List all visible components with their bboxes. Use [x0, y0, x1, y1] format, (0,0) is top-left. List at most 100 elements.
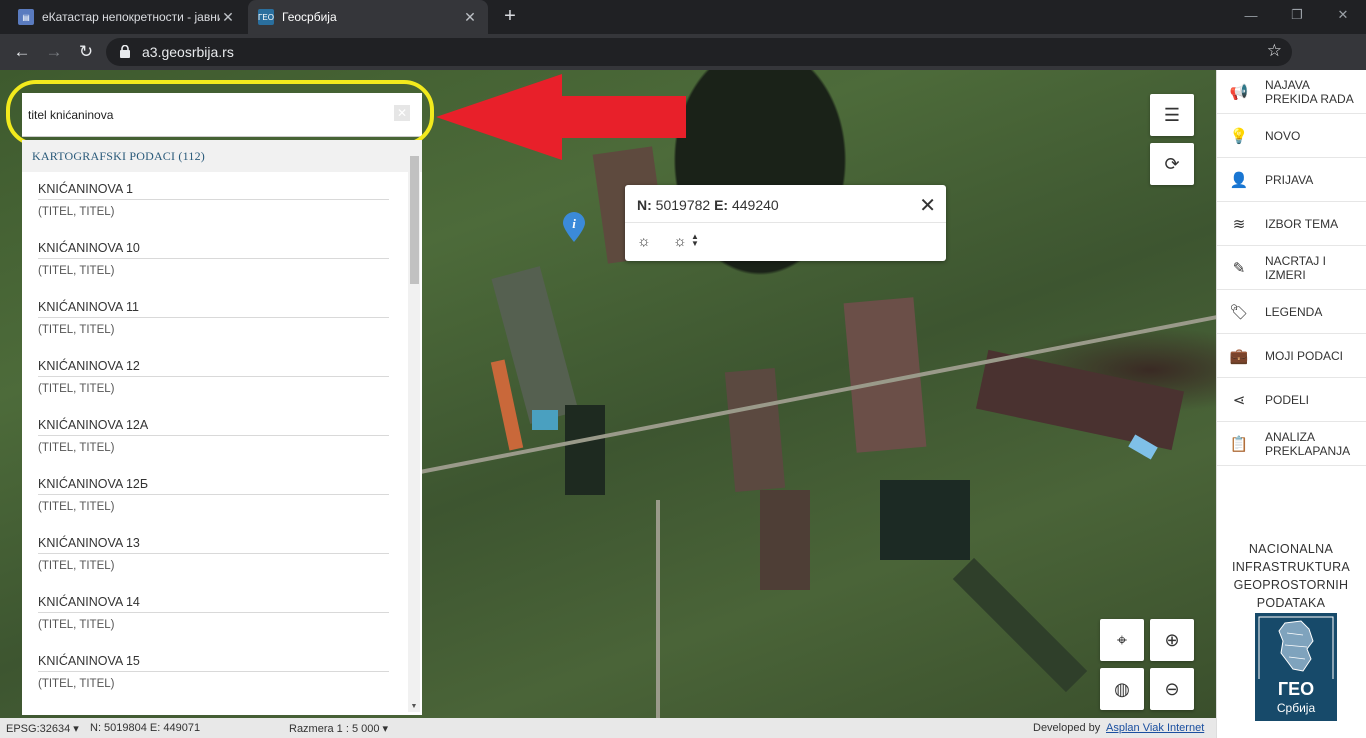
minimize-icon[interactable]: — [1228, 0, 1274, 30]
scroll-down-arrow-icon[interactable]: ▼ [408, 703, 420, 710]
hamburger-icon: ☰ [1163, 104, 1181, 125]
browser-toolbar: ← → ↻ a3.geosrbija.rs ☆ $ ⋮ [0, 34, 1366, 94]
sidebar-item-nacrtaj[interactable]: ✎ NACRTAJ I IZMERI [1217, 246, 1366, 290]
clipboard-icon: 📋 [1229, 435, 1249, 453]
epsg-selector[interactable]: EPSG:32634 ▾ [6, 722, 79, 735]
crosshair-icon: ⌖ [1116, 629, 1128, 650]
sidebar-item-najava[interactable]: 📢 NAJAVA PREKIDA RADA [1217, 70, 1366, 114]
result-place: (TITEL, TITEL) [38, 442, 115, 454]
scrollbar-thumb[interactable] [410, 156, 419, 284]
sun-adjust-icon[interactable]: ☼ [673, 233, 687, 250]
developer-link[interactable]: Asplan Viak Internet [1106, 722, 1204, 734]
coordinate-readout: N: 5019782 E: 449240 [637, 197, 779, 213]
sidebar-item-label: PREKLAPANJA [1265, 443, 1351, 458]
forward-icon[interactable]: → [42, 40, 66, 64]
nipp-line: INFRASTRUKTURA [1231, 560, 1351, 574]
result-name: KNIĆANINOVA 12А [38, 418, 389, 436]
result-item[interactable]: KNIĆANINOVA 11 (TITEL, TITEL) [22, 290, 422, 349]
zoom-in-button[interactable]: ⊕ [1150, 619, 1194, 661]
result-name: KNIĆANINOVA 15 [38, 654, 389, 672]
developed-by-label: Developed by [1033, 722, 1101, 734]
sidebar-item-label: PODELI [1265, 392, 1310, 407]
result-item[interactable]: KNIĆANINOVA 15 (TITEL, TITEL) [22, 644, 422, 703]
results-scrollbar[interactable]: ▼ [408, 152, 420, 712]
nipp-line: PODATAKA [1256, 596, 1326, 610]
map-field [565, 405, 605, 495]
sidebar-item-label: PREKIDA RADA [1265, 91, 1354, 106]
map-field [760, 490, 810, 590]
sidebar-item-label: MOJI PODACI [1265, 348, 1344, 363]
tab-ekatastar[interactable]: ▤ еКатастар непокретности - јавни ✕ [8, 0, 246, 34]
pencil-icon: ✎ [1232, 259, 1246, 277]
map-field [975, 349, 1185, 451]
share-icon: ⋖ [1232, 391, 1246, 409]
result-item[interactable]: KNIĆANINOVA 12 (TITEL, TITEL) [22, 349, 422, 408]
result-name: KNIĆANINOVA 10 [38, 241, 389, 259]
sidebar-item-novo[interactable]: 💡 NOVO [1217, 114, 1366, 158]
info-marker-icon[interactable]: i [562, 212, 586, 242]
locate-button[interactable]: ⌖ [1100, 619, 1144, 661]
nipp-line: NACIONALNA [1248, 542, 1334, 556]
lock-icon [120, 45, 130, 58]
n-value: 5019782 [655, 197, 711, 213]
globe-button[interactable]: ◍ [1100, 668, 1144, 710]
result-item[interactable]: KNIĆANINOVA 12Б (TITEL, TITEL) [22, 467, 422, 526]
logo-subtitle: Србија [1276, 701, 1316, 715]
serbia-map-icon [1258, 616, 1334, 718]
e-label: E: [714, 197, 729, 213]
sidebar-item-analiza[interactable]: 📋 ANALIZA PREKLAPANJA [1217, 422, 1366, 466]
refresh-icon: ⟳ [1164, 153, 1180, 174]
zoom-out-button[interactable]: ⊖ [1150, 668, 1194, 710]
svg-text:i: i [572, 216, 576, 231]
sidebar-item-moji-podaci[interactable]: 💼 MOJI PODACI [1217, 334, 1366, 378]
result-place: (TITEL, TITEL) [38, 206, 115, 218]
map-field [952, 557, 1088, 693]
megaphone-icon: 📢 [1229, 83, 1249, 101]
result-item[interactable]: KNIĆANINOVA 12А (TITEL, TITEL) [22, 408, 422, 467]
e-value: 449240 [731, 197, 779, 213]
ekatastar-favicon-icon: ▤ [18, 9, 34, 25]
tab-title: Геосрбија [282, 10, 337, 24]
new-tab-button[interactable]: + [500, 6, 520, 26]
refresh-map-button[interactable]: ⟳ [1150, 143, 1194, 185]
result-item[interactable]: KNIĆANINOVA 10 (TITEL, TITEL) [22, 231, 422, 290]
scale-selector[interactable]: Razmera 1 : 5 000 ▾ [289, 722, 388, 735]
address-bar[interactable]: a3.geosrbija.rs ☆ [106, 38, 1292, 66]
tab-close-icon[interactable]: ✕ [220, 9, 236, 26]
sidebar-item-podeli[interactable]: ⋖ PODELI [1217, 378, 1366, 422]
sun-icon[interactable]: ☼ [637, 233, 651, 250]
result-place: (TITEL, TITEL) [38, 560, 115, 572]
back-icon[interactable]: ← [10, 40, 34, 64]
sidebar-item-prijava[interactable]: 👤 PRIJAVA [1217, 158, 1366, 202]
result-name: KNIĆANINOVA 14 [38, 595, 389, 613]
popup-close-icon[interactable]: ✕ [919, 193, 936, 218]
logo-title: ГЕО [1277, 679, 1315, 699]
sidebar-item-izbor-tema[interactable]: ≋ IZBOR TEMA [1217, 202, 1366, 246]
popup-divider [625, 222, 946, 223]
geosrbija-logo[interactable]: ГЕО Србија [1255, 613, 1337, 721]
result-place: (TITEL, TITEL) [38, 619, 115, 631]
result-item[interactable]: KNIĆANINOVA 13 (TITEL, TITEL) [22, 526, 422, 585]
result-place: (TITEL, TITEL) [38, 678, 115, 690]
result-name: KNIĆANINOVA 12Б [38, 477, 389, 495]
tab-geosrbija[interactable]: ГЕО Геосрбија ✕ [248, 0, 488, 34]
tag-icon: 🏷 [1229, 303, 1249, 321]
reload-icon[interactable]: ↻ [74, 40, 98, 64]
tab-close-icon[interactable]: ✕ [462, 9, 478, 26]
result-item[interactable]: KNIĆANINOVA 1 (TITEL, TITEL) [22, 172, 422, 231]
user-icon: 👤 [1229, 171, 1249, 189]
map-field [880, 480, 970, 560]
lightbulb-icon: 💡 [1229, 127, 1249, 145]
up-down-arrows-icon[interactable]: ▲ ▼ [691, 233, 699, 248]
window-close-icon[interactable]: ✕ [1320, 0, 1366, 30]
result-name: KNIĆANINOVA 11 [38, 300, 389, 318]
bookmark-star-icon[interactable]: ☆ [1267, 41, 1282, 61]
restore-icon[interactable]: ❐ [1274, 0, 1320, 30]
yellow-highlight-annotation [6, 80, 434, 146]
results-category-header[interactable]: KARTOGRAFSKI PODACI (112) [22, 140, 422, 172]
layers-menu-button[interactable]: ☰ [1150, 94, 1194, 136]
nipp-caption: NACIONALNA INFRASTRUKTURA GEOPROSTORNIH … [1216, 540, 1366, 612]
result-name: KNIĆANINOVA 1 [38, 182, 389, 200]
sidebar-item-legenda[interactable]: 🏷 LEGENDA [1217, 290, 1366, 334]
result-item[interactable]: KNIĆANINOVA 14 (TITEL, TITEL) [22, 585, 422, 644]
